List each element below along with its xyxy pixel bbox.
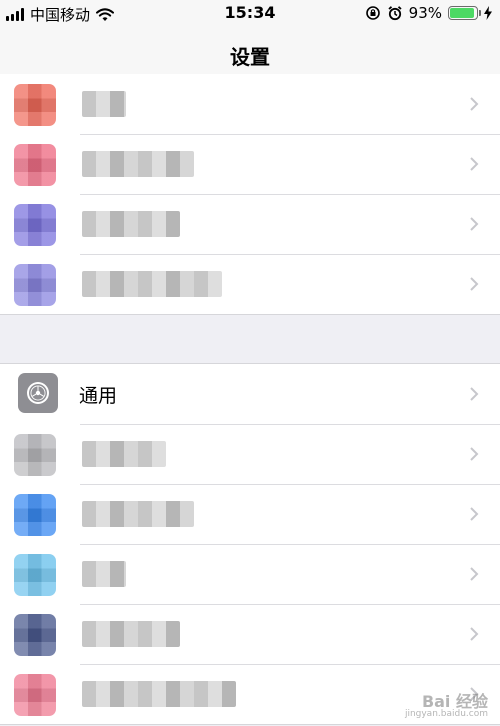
blurred-label [82, 621, 180, 647]
app-icon [14, 434, 56, 476]
settings-row[interactable] [0, 134, 500, 194]
signal-strength-icon [6, 8, 24, 21]
watermark: Bai 经验 jingyan.baidu.com [404, 691, 488, 720]
settings-row[interactable] [0, 484, 500, 544]
page-title: 设置 [230, 45, 270, 69]
blurred-label [82, 271, 222, 297]
alarm-icon [388, 6, 402, 21]
settings-row[interactable] [0, 604, 500, 664]
chevron-right-icon [470, 567, 479, 581]
app-icon [14, 674, 56, 716]
settings-row[interactable] [0, 544, 500, 604]
settings-row[interactable] [0, 194, 500, 254]
status-bar: 中国移动 15:34 93% [0, 0, 500, 28]
blurred-label [82, 91, 126, 117]
app-icon [14, 84, 56, 126]
blurred-label [82, 441, 166, 467]
blurred-label [82, 681, 236, 707]
chevron-right-icon [470, 627, 479, 641]
status-right: 93% [365, 4, 492, 22]
carrier-name: 中国移动 [30, 6, 91, 24]
group-separator [0, 315, 500, 363]
gear-glyph [27, 382, 49, 404]
battery-level [450, 8, 475, 18]
chevron-right-icon [470, 507, 479, 521]
blurred-label [82, 151, 194, 177]
chevron-right-icon [470, 157, 479, 171]
chevron-right-icon [470, 447, 479, 461]
watermark-url: jingyan.baidu.com [404, 709, 488, 720]
battery-icon [448, 6, 481, 20]
app-icon [14, 264, 56, 306]
charging-icon [484, 6, 492, 20]
wifi-icon [96, 7, 115, 21]
chevron-right-icon [470, 97, 479, 111]
chevron-right-icon [470, 217, 479, 231]
settings-group-1 [0, 74, 500, 315]
status-left: 中国移动 [6, 4, 115, 25]
settings-row[interactable] [0, 424, 500, 484]
settings-row[interactable] [0, 254, 500, 314]
blurred-label [82, 561, 126, 587]
settings-row-label: 通用 [79, 385, 118, 407]
app-icon [14, 144, 56, 186]
settings-row-general[interactable]: 通用 [0, 364, 500, 424]
blurred-label [82, 211, 180, 237]
settings-row[interactable] [0, 74, 500, 134]
chevron-right-icon [470, 277, 479, 291]
settings-group-2: 通用 [0, 363, 500, 725]
watermark-brand: Bai 经验 [421, 691, 488, 711]
app-icon [14, 614, 56, 656]
blurred-label [82, 501, 194, 527]
app-icon [14, 204, 56, 246]
app-icon [14, 554, 56, 596]
orientation-lock-icon [365, 6, 380, 20]
battery-percent: 93% [408, 4, 442, 22]
chevron-right-icon [470, 387, 479, 401]
app-icon [14, 494, 56, 536]
gear-icon [18, 373, 58, 413]
